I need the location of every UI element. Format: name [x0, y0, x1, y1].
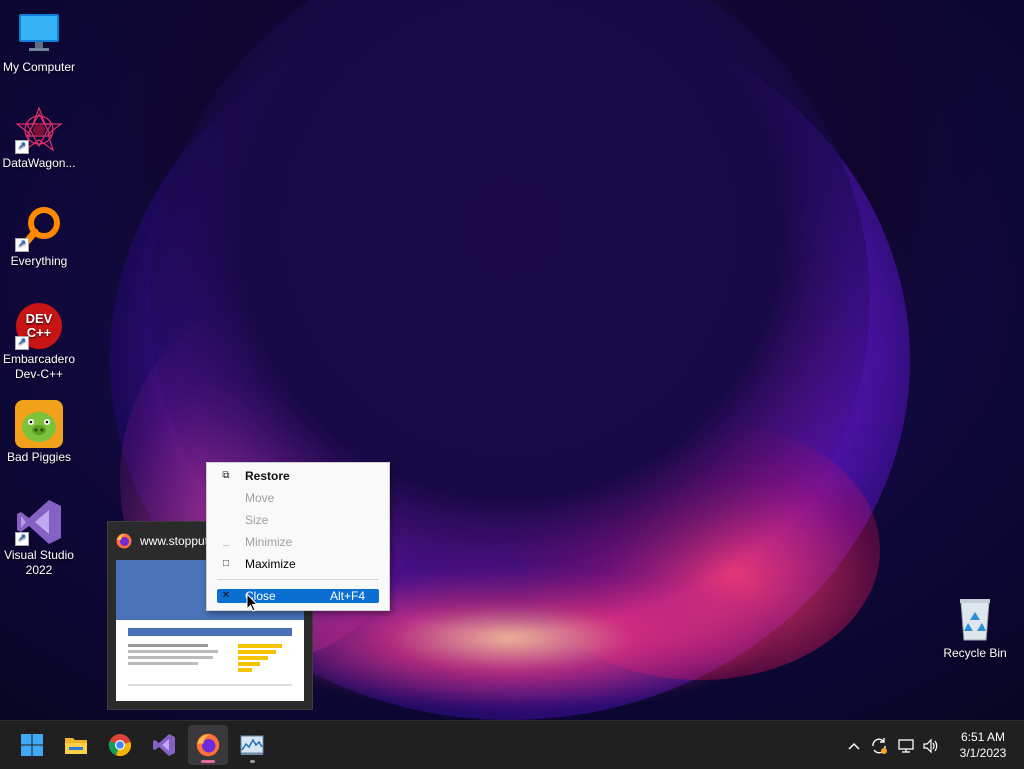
menu-item-maximize[interactable]: □ Maximize [207, 553, 389, 575]
menu-item-label: Move [245, 491, 275, 505]
mouse-cursor-icon [246, 592, 259, 618]
chevron-up-icon[interactable] [844, 721, 864, 769]
minimize-icon: _ [223, 536, 229, 547]
update-icon[interactable] [868, 721, 890, 769]
desktop-icon-label: Everything [10, 254, 68, 268]
taskbar-firefox[interactable] [188, 725, 228, 765]
desktop-icon-recycle-bin[interactable]: Recycle Bin [936, 596, 1014, 661]
visual-studio-icon: ↗ [15, 498, 63, 546]
menu-item-label: Restore [245, 469, 290, 483]
maximize-icon: □ [222, 558, 230, 569]
recycle-bin-icon [951, 596, 999, 644]
desktop-icon-label: Embarcadero Dev-C++ [2, 352, 76, 381]
shortcut-arrow-icon: ↗ [15, 140, 29, 154]
shortcut-arrow-icon: ↗ [15, 532, 29, 546]
desktop-icon-devcpp[interactable]: DEV C++ ↗ Embarcadero Dev-C++ [0, 302, 78, 382]
restore-icon: ⧉ [222, 470, 230, 481]
menu-item-size: Size [207, 509, 389, 531]
thumbnail-title: www.stopput [140, 534, 209, 548]
desktop-icon-datawagon[interactable]: ↗ DataWagon... [0, 106, 78, 171]
desktop-icon-visual-studio[interactable]: ↗ Visual Studio 2022 [0, 498, 78, 578]
menu-item-accelerator: Alt+F4 [329, 589, 365, 603]
desktop-icon-label: My Computer [2, 60, 76, 74]
taskbar-resource-monitor[interactable] [232, 725, 272, 765]
chrome-icon [108, 733, 132, 757]
desktop-icon-bad-piggies[interactable]: Bad Piggies [0, 400, 78, 465]
clock-date: 3/1/2023 [959, 746, 1007, 760]
bad-piggies-icon [15, 400, 63, 448]
taskbar-clock[interactable]: 6:51 AM 3/1/2023 [946, 729, 1020, 761]
volume-icon[interactable] [920, 721, 942, 769]
computer-icon [15, 10, 63, 58]
desktop-icon-my-computer[interactable]: My Computer [0, 10, 78, 75]
datawagon-icon: ↗ [15, 106, 63, 154]
svg-text:C++: C++ [27, 325, 52, 340]
active-window-indicator [201, 760, 215, 763]
windows-start-icon [20, 733, 44, 757]
taskbar-chrome[interactable] [100, 725, 140, 765]
close-icon: ✕ [221, 590, 231, 601]
menu-item-label: Maximize [245, 557, 296, 571]
desktop-icon-label: Visual Studio 2022 [4, 548, 74, 577]
shortcut-arrow-icon: ↗ [15, 336, 29, 350]
taskbar: 6:51 AM 3/1/2023 [0, 720, 1024, 769]
window-context-menu: ⧉ Restore Move Size _ Minimize □ Maximiz… [206, 462, 390, 611]
menu-item-minimize: _ Minimize [207, 531, 389, 553]
menu-item-close[interactable]: ✕ Close Alt+F4 [217, 589, 379, 603]
menu-item-move: Move [207, 487, 389, 509]
desktop-icon-label: DataWagon... [2, 156, 76, 170]
taskbar-file-explorer[interactable] [56, 725, 96, 765]
everything-search-icon: ↗ [15, 204, 63, 252]
desktop-icon-label: Bad Piggies [6, 450, 72, 464]
resource-monitor-icon [240, 733, 264, 757]
clock-time: 6:51 AM [960, 730, 1006, 744]
firefox-icon [116, 533, 132, 549]
firefox-icon [196, 733, 220, 757]
menu-item-restore[interactable]: ⧉ Restore [207, 465, 389, 487]
taskbar-visual-studio[interactable] [144, 725, 184, 765]
desktop-icon-label: Recycle Bin [943, 646, 1007, 660]
menu-item-label: Minimize [245, 535, 293, 549]
menu-item-label: Size [245, 513, 269, 527]
devcpp-icon: DEV C++ ↗ [15, 302, 63, 350]
visual-studio-icon [152, 733, 176, 757]
shortcut-arrow-icon: ↗ [15, 238, 29, 252]
svg-text:DEV: DEV [26, 311, 53, 326]
start-button[interactable] [12, 725, 52, 765]
desktop-icon-everything[interactable]: ↗ Everything [0, 204, 78, 269]
file-explorer-icon [64, 733, 88, 757]
network-icon[interactable] [895, 721, 917, 769]
running-indicator [250, 760, 255, 763]
menu-separator [217, 579, 379, 580]
